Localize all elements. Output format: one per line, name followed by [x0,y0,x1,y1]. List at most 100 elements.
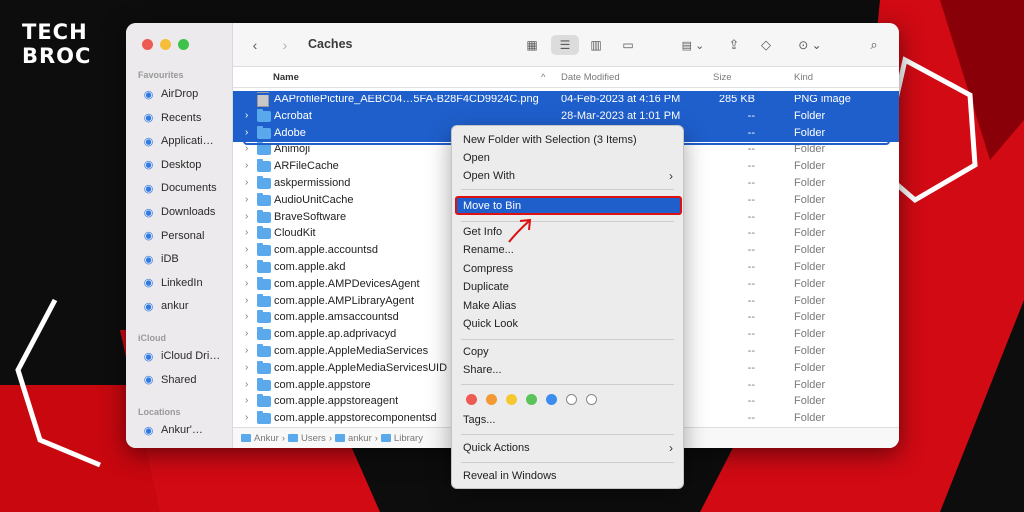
menu-make-alias[interactable]: Make Alias [463,300,516,312]
sidebar-item-location-0[interactable]: ◉ Ankur'… [142,421,203,439]
column-size[interactable]: Size [713,72,731,83]
tag-color-dot[interactable] [526,394,537,405]
disclosure-chevron-icon[interactable]: › [245,311,248,322]
tag-color-dot[interactable] [486,394,497,405]
file-name: askpermissiond [274,177,351,189]
share-icon[interactable]: ⇪ [725,35,743,55]
menu-open[interactable]: Open [463,152,490,164]
tag-color-dot[interactable] [586,394,597,405]
file-name: CloudKit [274,227,316,240]
menu-tags[interactable]: Tags... [463,414,495,426]
path-segment[interactable]: Library [394,433,423,444]
sidebar-item-favourite-6[interactable]: ◉ Personal [142,227,205,245]
menu-duplicate[interactable]: Duplicate [463,281,509,293]
list-view-icon[interactable]: ☰ [551,35,579,55]
menu-open-with[interactable]: Open With [463,170,515,182]
disclosure-chevron-icon[interactable]: › [245,211,248,222]
sidebar-item-label: Downloads [161,206,216,218]
disclosure-chevron-icon[interactable]: › [245,379,248,390]
file-kind: Folder [794,227,826,240]
disclosure-chevron-icon[interactable]: › [245,261,248,272]
file-name: BraveSoftware [274,210,347,223]
file-kind: Folder [794,143,826,156]
file-kind: Folder [794,328,826,341]
minimize-button[interactable] [160,39,171,50]
sidebar-item-favourite-1[interactable]: ◉ Recents [142,109,202,127]
path-segment[interactable]: ankur [348,433,372,444]
menu-copy[interactable]: Copy [463,346,489,358]
disclosure-chevron-icon[interactable]: › [245,328,248,339]
window-controls [142,39,189,50]
tag-color-dot[interactable] [506,394,517,405]
menu-quick-actions[interactable]: Quick Actions [463,442,530,454]
folder-icon: ◉ [143,253,154,266]
search-icon[interactable]: ⌕ [865,35,883,55]
file-kind: Folder [794,277,826,290]
forward-chevron-icon[interactable]: › [277,35,293,55]
icon-view-icon[interactable]: ▦ [521,35,543,55]
path-segment[interactable]: Users [301,433,326,444]
sidebar-item-icloud-1[interactable]: ◉ Shared [142,371,197,389]
sidebar-item-favourite-9[interactable]: ◉ ankur [142,297,189,315]
menu-get-info[interactable]: Get Info [463,226,502,238]
gallery-view-icon[interactable]: ▭ [617,35,639,55]
disclosure-chevron-icon[interactable]: › [245,295,248,306]
more-actions-icon[interactable]: ⊙ ⌄ [793,35,827,55]
folder-icon [257,344,271,357]
sidebar-item-favourite-2[interactable]: ◉ Applicati… [142,132,214,150]
path-separator-icon: › [281,432,285,444]
tag-color-dot[interactable] [566,394,577,405]
disclosure-chevron-icon[interactable]: › [245,412,248,423]
folder-icon [257,209,271,223]
file-size: -- [747,261,755,273]
disclosure-chevron-icon[interactable]: › [245,345,248,356]
sidebar-item-icloud-0[interactable]: ◉ iCloud Dri… [142,347,221,365]
menu-move-to-bin[interactable]: Move to Bin [455,196,682,215]
tag-color-dot[interactable] [546,394,557,405]
sidebar-item-favourite-7[interactable]: ◉ iDB [142,250,179,268]
applications-icon: ◉ [143,135,154,148]
back-chevron-icon[interactable]: ‹ [247,35,263,55]
group-by-icon[interactable]: ▤ ⌄ [673,35,713,55]
tag-icon[interactable]: ◇ [757,35,775,55]
column-date[interactable]: Date Modified [561,72,620,83]
close-button[interactable] [142,39,153,50]
sidebar-item-favourite-0[interactable]: ◉ AirDrop [142,85,199,103]
zoom-button[interactable] [178,39,189,50]
disclosure-chevron-icon[interactable]: › [245,395,248,406]
disclosure-chevron-icon[interactable]: › [245,177,248,188]
menu-quick-look[interactable]: Quick Look [463,318,518,330]
disclosure-chevron-icon[interactable]: › [245,244,248,255]
disclosure-chevron-icon[interactable]: › [245,227,248,238]
sidebar-item-favourite-3[interactable]: ◉ Desktop [142,156,202,174]
folder-icon [257,243,271,257]
file-name: com.apple.appstorecomponentsd [274,412,437,425]
disclosure-chevron-icon[interactable]: › [245,362,248,373]
folder-icon [257,260,271,273]
disclosure-chevron-icon[interactable]: › [245,278,248,289]
path-segment[interactable]: Ankur [254,433,279,444]
folder-icon: ◉ [143,277,154,290]
menu-share[interactable]: Share... [463,364,502,376]
menu-new-folder-with-selection[interactable]: New Folder with Selection (3 Items) [463,134,637,146]
disclosure-chevron-icon[interactable]: › [245,143,248,154]
column-kind[interactable]: Kind [794,72,813,83]
sidebar-item-label: Desktop [161,158,202,171]
file-kind: Folder [794,412,826,425]
disclosure-chevron-icon[interactable]: › [245,160,248,171]
sidebar-item-favourite-5[interactable]: ◉ Downloads [142,203,216,221]
menu-compress[interactable]: Compress [463,263,513,275]
file-kind: Folder [794,160,826,173]
menu-reveal-in-windows[interactable]: Reveal in Windows [463,470,557,482]
column-name[interactable]: Name [273,72,299,83]
file-kind: Folder [794,244,826,257]
disclosure-chevron-icon[interactable]: › [245,194,248,205]
folder-icon [257,159,271,173]
column-view-icon[interactable]: ▥ [585,35,607,55]
file-name: Animoji [274,143,311,156]
folder-icon [257,226,271,240]
menu-rename[interactable]: Rename... [463,244,514,256]
sidebar-item-favourite-4[interactable]: ◉ Documents [142,179,217,197]
sidebar-item-favourite-8[interactable]: ◉ LinkedIn [142,274,203,292]
tag-color-dot[interactable] [466,394,477,405]
